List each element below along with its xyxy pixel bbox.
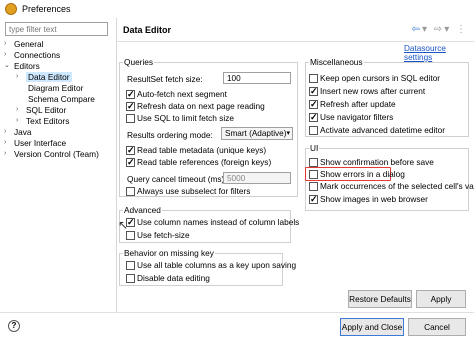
- tree-item-version-control[interactable]: › Version Control (Team): [4, 149, 99, 160]
- tree-item-diagram-editor[interactable]: Diagram Editor: [16, 83, 83, 94]
- sash-divider[interactable]: [116, 18, 117, 342]
- insert-rows-label: Insert new rows after current: [320, 86, 426, 96]
- tree-item-sql-editor[interactable]: › SQL Editor: [16, 105, 66, 116]
- apply-and-close-button[interactable]: Apply and Close: [340, 318, 404, 336]
- show-images-label: Show images in web browser: [320, 194, 428, 204]
- nav-buttons: ⇦▾ ⇨▾ ⋮: [412, 24, 468, 35]
- tree-item-user-interface[interactable]: › User Interface: [4, 138, 66, 149]
- use-col-names-label: Use column names instead of column label…: [137, 217, 300, 227]
- dropdown-arrow-icon: ▾: [286, 130, 290, 137]
- expand-arrow-icon[interactable]: ›: [4, 50, 12, 60]
- show-images-checkbox[interactable]: [309, 194, 318, 205]
- disable-edit-label: Disable data editing: [137, 273, 210, 283]
- forward-arrow-icon[interactable]: ⇨: [434, 24, 444, 35]
- window-title: Preferences: [22, 4, 71, 14]
- back-menu-icon[interactable]: ▾: [422, 24, 429, 35]
- refresh-next-checkbox[interactable]: [126, 101, 135, 112]
- use-all-cols-checkbox[interactable]: [126, 261, 135, 270]
- advanced-legend: Advanced: [124, 205, 161, 215]
- keep-cursors-label: Keep open cursors in SQL editor: [320, 73, 441, 83]
- queries-legend: Queries: [124, 57, 154, 67]
- expand-arrow-icon[interactable]: ›: [16, 72, 24, 82]
- filter-input[interactable]: [5, 22, 108, 36]
- use-sql-limit-label: Use SQL to limit fetch size: [137, 113, 234, 123]
- app-icon: [5, 3, 17, 15]
- insert-rows-checkbox[interactable]: [309, 86, 318, 97]
- forward-menu-icon[interactable]: ▾: [444, 24, 451, 35]
- preferences-tree: › General › Connections ⌄ Editors › Data Edi…: [4, 39, 114, 319]
- misc-legend: Miscellaneous: [310, 57, 363, 67]
- mouse-cursor-icon: ↖: [118, 218, 129, 232]
- help-icon[interactable]: ?: [8, 320, 20, 332]
- fetch-size-label: ResultSet fetch size:: [127, 74, 203, 84]
- timeout-input[interactable]: 5000: [223, 172, 291, 184]
- expand-arrow-icon[interactable]: ›: [4, 138, 12, 148]
- collapse-arrow-icon[interactable]: ⌄: [4, 61, 12, 71]
- activate-dt-label: Activate advanced datetime editor: [320, 125, 445, 135]
- tree-item-schema-compare[interactable]: Schema Compare: [16, 94, 95, 105]
- ordering-select[interactable]: Smart (Adaptive) ▾: [221, 127, 293, 140]
- ordering-label: Results ordering mode:: [127, 130, 213, 140]
- expand-arrow-icon[interactable]: ›: [4, 39, 12, 49]
- mark-occurrences-checkbox[interactable]: [309, 182, 318, 191]
- tree-item-connections[interactable]: › Connections: [4, 50, 60, 61]
- title-bar: Preferences: [0, 0, 474, 18]
- missing-key-legend: Behavior on missing key: [124, 248, 214, 258]
- tree-item-editors[interactable]: ⌄ Editors: [4, 61, 40, 72]
- always-subselect-checkbox[interactable]: [126, 187, 135, 196]
- disable-edit-checkbox[interactable]: [126, 274, 135, 283]
- mark-occurrences-label: Mark occurrences of the selected cell's …: [320, 181, 474, 191]
- cancel-button[interactable]: Cancel: [408, 318, 466, 336]
- timeout-label: Query cancel timeout (ms):: [127, 174, 227, 184]
- read-refs-checkbox[interactable]: [126, 157, 135, 168]
- show-errors-checkbox[interactable]: [309, 170, 318, 179]
- expand-arrow-icon[interactable]: ›: [4, 149, 12, 159]
- page-header: Data Editor ⇦▾ ⇨▾ ⋮: [117, 18, 474, 42]
- keep-cursors-checkbox[interactable]: [309, 74, 318, 83]
- use-all-cols-label: Use all table columns as a key upon savi…: [137, 260, 297, 270]
- refresh-after-label: Refresh after update: [320, 99, 396, 109]
- read-meta-label: Read table metadata (unique keys): [137, 145, 267, 155]
- use-nav-checkbox[interactable]: [309, 112, 318, 123]
- refresh-next-label: Refresh data on next page reading: [137, 101, 265, 111]
- expand-arrow-icon[interactable]: ›: [4, 127, 12, 137]
- tree-item-text-editors[interactable]: › Text Editors: [16, 116, 69, 127]
- view-menu-icon[interactable]: ⋮: [456, 24, 468, 35]
- use-sql-limit-checkbox[interactable]: [126, 114, 135, 123]
- restore-defaults-button[interactable]: Restore Defaults: [348, 290, 412, 308]
- expand-arrow-icon[interactable]: ›: [16, 116, 24, 126]
- page-title: Data Editor: [123, 25, 172, 35]
- fetch-size-input[interactable]: 100: [223, 72, 291, 84]
- activate-dt-checkbox[interactable]: [309, 126, 318, 135]
- expand-arrow-icon[interactable]: ›: [16, 105, 24, 115]
- read-meta-checkbox[interactable]: [126, 145, 135, 156]
- read-refs-label: Read table references (foreign keys): [137, 157, 272, 167]
- refresh-after-checkbox[interactable]: [309, 99, 318, 110]
- back-arrow-icon[interactable]: ⇦: [412, 24, 422, 35]
- use-fetch-size-checkbox[interactable]: [126, 231, 135, 240]
- always-subselect-label: Always use subselect for filters: [137, 186, 251, 196]
- show-errors-label: Show errors in a dialog: [320, 169, 405, 179]
- use-fetch-size-label: Use fetch-size: [137, 230, 190, 240]
- show-confirm-label: Show confirmation before save: [320, 157, 434, 167]
- tree-item-data-editor[interactable]: › Data Editor: [16, 72, 72, 83]
- ui-legend: UI: [310, 143, 319, 153]
- use-nav-label: Use navigator filters: [320, 112, 394, 122]
- show-confirm-checkbox[interactable]: [309, 158, 318, 167]
- tree-item-java[interactable]: › Java: [4, 127, 32, 138]
- apply-button[interactable]: Apply: [416, 290, 466, 308]
- auto-fetch-checkbox[interactable]: [126, 89, 135, 100]
- auto-fetch-label: Auto-fetch next segment: [137, 89, 227, 99]
- tree-item-general[interactable]: › General: [4, 39, 44, 50]
